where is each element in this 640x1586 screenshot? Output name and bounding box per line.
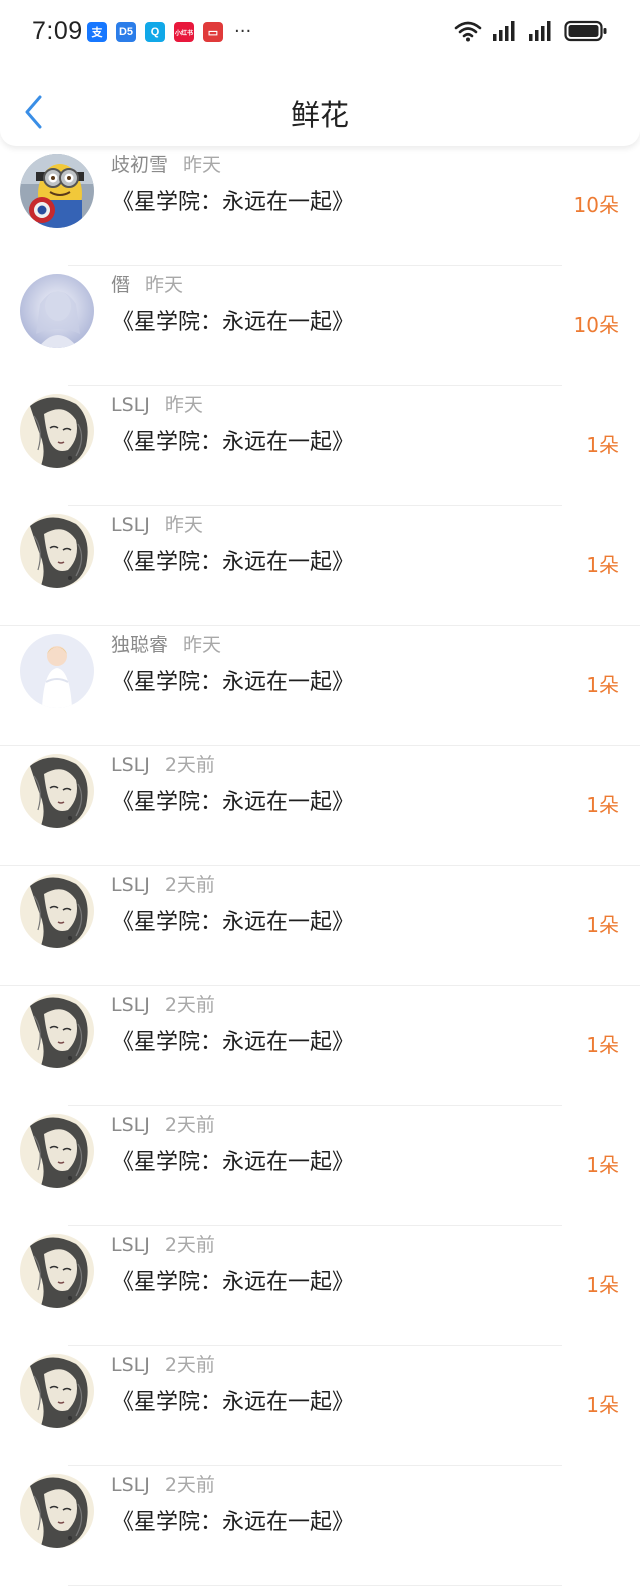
avatar[interactable] — [20, 274, 94, 348]
book-title[interactable]: 《星学院：永远在一起》 — [112, 544, 354, 576]
sender-name[interactable]: LSLJ — [111, 994, 150, 1016]
flower-count: 10朵 — [573, 313, 619, 337]
avatar[interactable] — [20, 1354, 94, 1428]
sender-name[interactable]: LSLJ — [111, 754, 150, 776]
system-icons — [454, 20, 608, 42]
flower-count: 1朵 — [586, 913, 619, 937]
book-title[interactable]: 《星学院：永远在一起》 — [112, 1384, 354, 1416]
time-ago: 2天前 — [164, 1474, 215, 1496]
avatar[interactable] — [20, 394, 94, 468]
list-item[interactable]: LSLJ 昨天《星学院：永远在一起》 1朵 — [0, 386, 640, 506]
book-title[interactable]: 《星学院：永远在一起》 — [112, 184, 354, 216]
red-app-icon: 小红书 — [174, 22, 194, 42]
sender-name[interactable]: LSLJ — [111, 394, 150, 416]
book-title[interactable]: 《星学院：永远在一起》 — [112, 1144, 354, 1176]
list-item[interactable]: LSLJ 2天前《星学院：永远在一起》 1朵 — [0, 746, 640, 866]
flower-count: 1朵 — [586, 553, 619, 577]
list-item[interactable]: LSLJ 2天前《星学院：永远在一起》 1朵 — [0, 986, 640, 1106]
list-item[interactable]: 歧初雪 昨天《星学院：永远在一起》 10朵 — [0, 146, 640, 266]
time-ago: 2天前 — [164, 1114, 215, 1136]
flower-count: 1朵 — [586, 793, 619, 817]
signal-icon-1 — [493, 21, 515, 41]
sender-name[interactable]: LSLJ — [111, 1354, 150, 1376]
sender-line: LSLJ 昨天 — [111, 390, 203, 417]
page-title: 鲜花 — [290, 98, 349, 132]
avatar[interactable] — [20, 514, 94, 588]
time-ago: 昨天 — [183, 154, 222, 176]
flower-count: 1朵 — [586, 1153, 619, 1177]
search-app-icon: Q — [145, 22, 165, 42]
book-title[interactable]: 《星学院：永远在一起》 — [112, 904, 354, 936]
time-ago: 2天前 — [164, 994, 215, 1016]
alipay-icon: 支 — [87, 22, 107, 42]
time-ago: 2天前 — [164, 874, 215, 896]
avatar[interactable] — [20, 154, 94, 228]
time-ago: 昨天 — [164, 514, 203, 536]
flower-count: 10朵 — [573, 193, 619, 217]
navigation-header: 鲜花 — [0, 64, 640, 146]
sender-line: 歧初雪 昨天 — [111, 150, 221, 177]
sender-line: LSLJ 2天前 — [111, 750, 215, 777]
time-ago: 2天前 — [164, 1234, 215, 1256]
sender-line: LSLJ 2天前 — [111, 870, 215, 897]
avatar[interactable] — [20, 994, 94, 1068]
sender-name[interactable]: 歧初雪 — [111, 154, 168, 176]
time-ago: 昨天 — [145, 274, 184, 296]
signal-icon-2 — [529, 21, 551, 41]
sender-name[interactable]: LSLJ — [111, 874, 150, 896]
sender-line: LSLJ 2天前 — [111, 1230, 215, 1257]
avatar[interactable] — [20, 1114, 94, 1188]
time-ago: 昨天 — [183, 634, 222, 656]
sender-name[interactable]: LSLJ — [111, 1474, 150, 1496]
list-item[interactable]: LSLJ 2天前《星学院：永远在一起》 1朵 — [0, 866, 640, 986]
sender-line: 独聪睿 昨天 — [111, 630, 221, 657]
weather-app-icon: D5 — [116, 22, 136, 42]
list-item[interactable]: 独聪睿 昨天《星学院：永远在一起》 1朵 — [0, 626, 640, 746]
flower-count: 1朵 — [586, 1393, 619, 1417]
sender-line: 僭昨天 — [111, 270, 183, 297]
list-item[interactable]: LSLJ 2天前《星学院：永远在一起》 1朵 — [0, 1346, 640, 1466]
flower-count: 1朵 — [586, 1273, 619, 1297]
flower-count: 1朵 — [586, 1033, 619, 1057]
sender-name[interactable]: 独聪睿 — [111, 634, 168, 656]
avatar[interactable] — [20, 874, 94, 948]
wifi-icon — [454, 21, 482, 42]
sender-line: LSLJ 2天前 — [111, 1110, 215, 1137]
sender-name[interactable]: 僭 — [111, 274, 130, 296]
time-ago: 昨天 — [164, 394, 203, 416]
book-title[interactable]: 《星学院：永远在一起》 — [112, 1264, 354, 1296]
avatar[interactable] — [20, 754, 94, 828]
sender-name[interactable]: LSLJ — [111, 514, 150, 536]
avatar[interactable] — [20, 1474, 94, 1548]
time-ago: 2天前 — [164, 1354, 215, 1376]
sender-line: LSLJ 2天前 — [111, 990, 215, 1017]
list-item[interactable]: LSLJ 2天前《星学院：永远在一起》 1朵 — [0, 1226, 640, 1346]
sender-name[interactable]: LSLJ — [111, 1114, 150, 1136]
sender-line: LSLJ 2天前 — [111, 1350, 215, 1377]
flower-count: 1朵 — [586, 433, 619, 457]
book-title[interactable]: 《星学院：永远在一起》 — [112, 304, 354, 336]
more-notifications-icon: ··· — [234, 21, 252, 42]
list-item[interactable]: LSLJ 昨天《星学院：永远在一起》 1朵 — [0, 506, 640, 626]
notification-icons: 支 D5 Q 小红书 ▭ ··· — [87, 22, 251, 42]
book-title[interactable]: 《星学院：永远在一起》 — [112, 1024, 354, 1056]
sender-line: LSLJ 昨天 — [111, 510, 203, 537]
list-item[interactable]: 僭昨天《星学院：永远在一起》 10朵 — [0, 266, 640, 386]
red-folder-icon: ▭ — [203, 22, 223, 42]
battery-icon — [564, 20, 607, 42]
sender-line: LSLJ 2天前 — [111, 1470, 215, 1497]
book-title[interactable]: 《星学院：永远在一起》 — [112, 784, 354, 816]
avatar[interactable] — [20, 1234, 94, 1308]
time-ago: 2天前 — [164, 754, 215, 776]
book-title[interactable]: 《星学院：永远在一起》 — [112, 1504, 354, 1536]
list-item[interactable]: LSLJ 2天前《星学院：永远在一起》 — [0, 1466, 640, 1586]
book-title[interactable]: 《星学院：永远在一起》 — [112, 424, 354, 456]
status-time: 7:09 — [32, 17, 83, 45]
book-title[interactable]: 《星学院：永远在一起》 — [112, 664, 354, 696]
list-item[interactable]: LSLJ 2天前《星学院：永远在一起》 1朵 — [0, 1106, 640, 1226]
sender-name[interactable]: LSLJ — [111, 1234, 150, 1256]
avatar[interactable] — [20, 634, 94, 708]
status-bar: 7:09 支 D5 Q 小红书 ▭ ··· — [0, 0, 640, 64]
flower-count: 1朵 — [586, 673, 619, 697]
